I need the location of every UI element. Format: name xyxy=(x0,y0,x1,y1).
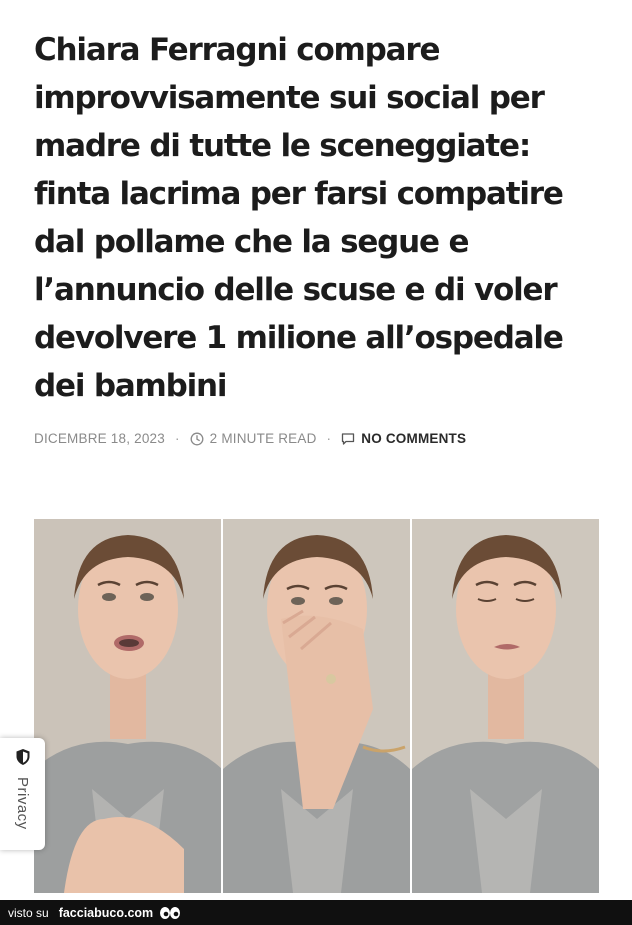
watermark-prefix: visto su xyxy=(8,905,49,920)
read-time: 2 MINUTE READ xyxy=(209,431,317,446)
meta-separator: · xyxy=(174,431,180,446)
clock-icon xyxy=(190,432,204,446)
watermark-site[interactable]: facciabuco.com xyxy=(59,906,153,920)
article-date: DICEMBRE 18, 2023 xyxy=(34,431,165,446)
article-photo xyxy=(34,519,599,893)
privacy-tab[interactable]: Privacy xyxy=(0,738,45,850)
comment-icon xyxy=(341,432,355,446)
article-meta: DICEMBRE 18, 2023 · 2 MINUTE READ · NO C… xyxy=(34,431,466,446)
article-title: Chiara Ferragni compare improvvisamente … xyxy=(34,32,564,404)
eyes-icon xyxy=(159,906,181,920)
shield-icon xyxy=(15,748,31,771)
photo-panel-speaking xyxy=(34,519,221,893)
photo-panel-crying xyxy=(223,519,410,893)
watermark-bar: visto su facciabuco.com xyxy=(0,900,632,925)
photo-panel-eyes-closed xyxy=(412,519,599,893)
privacy-label: Privacy xyxy=(14,777,31,830)
meta-separator: · xyxy=(326,431,332,446)
comments-link[interactable]: NO COMMENTS xyxy=(361,431,466,446)
